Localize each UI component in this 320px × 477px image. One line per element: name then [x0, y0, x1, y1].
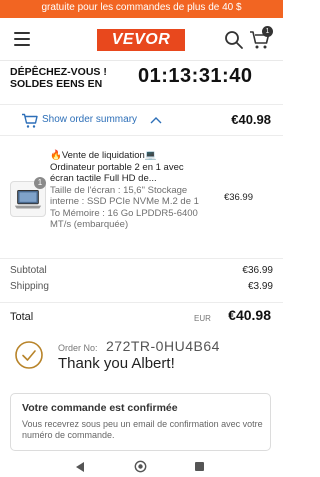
confirmation-title: Votre commande est confirmée	[22, 402, 178, 414]
chevron-up-icon	[150, 117, 162, 124]
cart-count-badge: 1	[262, 26, 273, 37]
countdown-timer: 01:13:31:40	[138, 65, 253, 87]
promo-text: gratuite pour les commandes de plus de 4…	[41, 2, 242, 13]
back-triangle-icon[interactable]	[75, 462, 85, 472]
grand-total-row: Total EUR €40.98	[0, 302, 283, 328]
promo-banner: gratuite pour les commandes de plus de 4…	[0, 0, 283, 18]
subtotal-label: Subtotal	[10, 265, 47, 276]
product-title: 🔥Vente de liquidation💻 Ordinateur portab…	[50, 150, 184, 184]
summary-total: €40.98	[231, 112, 271, 127]
countdown-label: DÉPÊCHEZ-VOUS ! SOLDES EENS EN	[10, 66, 107, 90]
total-currency: EUR	[194, 314, 211, 323]
android-nav-bar	[0, 456, 283, 477]
quantity-badge: 1	[34, 177, 46, 189]
thank-you-message: Thank you Albert!	[58, 355, 175, 372]
total-label: Total	[10, 311, 34, 323]
confirmation-message: Vous recevrez sous peu un email de confi…	[22, 419, 263, 440]
order-summary-toggle[interactable]: Show order summary €40.98	[0, 104, 283, 136]
header-cart-button[interactable]: 1	[249, 26, 273, 50]
site-header: VEVOR 1	[0, 19, 283, 61]
order-number: 272TR-0HU4B64	[106, 338, 220, 354]
subtotal-value: €36.99	[242, 265, 273, 276]
order-number-label: Order No:	[58, 343, 98, 353]
home-circle-icon[interactable]	[134, 460, 147, 473]
confirmation-card: Votre commande est confirmée Vous recevr…	[10, 393, 271, 451]
shipping-value: €3.99	[247, 281, 273, 292]
summary-toggle-label: Show order summary	[42, 114, 138, 125]
shipping-label: Shipping	[10, 281, 49, 292]
product-price: €36.99	[223, 192, 253, 203]
search-icon[interactable]	[224, 30, 244, 50]
vevor-logo[interactable]: VEVOR	[97, 29, 185, 51]
hamburger-menu-icon[interactable]	[14, 32, 30, 46]
order-line-item: 1 🔥Vente de liquidation💻 Ordinateur port…	[0, 146, 283, 254]
product-details: 🔥Vente de liquidation💻 Ordinateur portab…	[50, 150, 200, 231]
sale-countdown: DÉPÊCHEZ-VOUS ! SOLDES EENS EN 01:13:31:…	[0, 62, 283, 98]
recent-apps-square-icon[interactable]	[195, 462, 204, 471]
product-variant: Taille de l'écran : 15,6" Stockage inter…	[50, 184, 199, 231]
order-confirmation-header: Order No: 272TR-0HU4B64 Thank you Albert…	[0, 336, 283, 382]
shipping-row: Shipping €3.99	[10, 281, 273, 295]
subtotal-row: Subtotal €36.99	[10, 265, 273, 279]
summary-cart-icon	[22, 113, 38, 128]
check-circle-icon	[15, 341, 43, 369]
order-totals: Subtotal €36.99 Shipping €3.99	[0, 258, 283, 298]
total-value: €40.98	[228, 307, 271, 323]
